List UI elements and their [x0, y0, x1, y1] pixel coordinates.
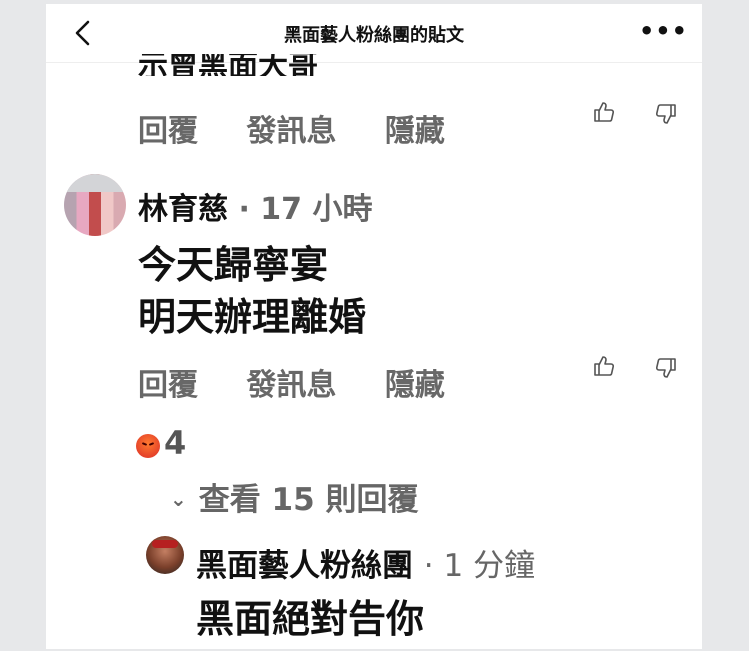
author-name[interactable]: 黑面藝人粉絲團 [196, 548, 413, 584]
hide-button[interactable]: 隱藏 [385, 114, 445, 149]
thumbs-up-icon[interactable] [592, 100, 616, 124]
avatar[interactable] [146, 536, 184, 574]
post-comments-screen: 黑面藝人粉絲團的貼文 ••• 示曾黑面大哥 回覆 發訊息 隱藏 林育慈 · 17… [46, 4, 702, 649]
more-options-icon[interactable]: ••• [639, 19, 688, 43]
view-replies-label: 查看 15 則回覆 [198, 482, 419, 518]
view-replies-link[interactable]: ⌄ 查看 15 則回覆 [170, 474, 419, 519]
author-name[interactable]: 林育慈 [138, 192, 228, 227]
thumbs-up-icon[interactable] [592, 354, 616, 378]
send-message-button[interactable]: 發訊息 [246, 368, 336, 403]
reply-text: 黑面絕對告你 [196, 597, 425, 641]
previous-comment-text: 示曾黑面大哥 [138, 54, 318, 76]
page-title: 黑面藝人粉絲團的貼文 [284, 25, 464, 46]
reply-button[interactable]: 回覆 [138, 114, 198, 149]
reaction-summary[interactable]: 4 [136, 424, 186, 462]
hide-button[interactable]: 隱藏 [385, 368, 445, 403]
comment-actions-row: 回覆 發訊息 隱藏 [138, 360, 483, 404]
comment-text-line-2: 明天辦理離婚 [138, 295, 367, 339]
comment-actions-row: 回覆 發訊息 隱藏 [138, 106, 483, 150]
reply-time: · 1 分鐘 [423, 548, 536, 584]
thumbs-down-icon[interactable] [654, 102, 678, 126]
send-message-button[interactable]: 發訊息 [246, 114, 336, 149]
chevron-down-icon: ⌄ [170, 487, 187, 511]
reaction-count: 4 [164, 424, 187, 462]
reply-author: 黑面藝人粉絲團 · 1 分鐘 [196, 540, 535, 585]
comment-time: · 17 小時 [238, 192, 373, 227]
comment-author: 林育慈 · 17 小時 [138, 184, 373, 228]
reply-button[interactable]: 回覆 [138, 368, 198, 403]
avatar[interactable] [64, 174, 126, 236]
thumbs-down-icon[interactable] [654, 356, 678, 380]
angry-reaction-icon [136, 434, 160, 458]
comment-text-line-1: 今天歸寧宴 [138, 243, 329, 287]
